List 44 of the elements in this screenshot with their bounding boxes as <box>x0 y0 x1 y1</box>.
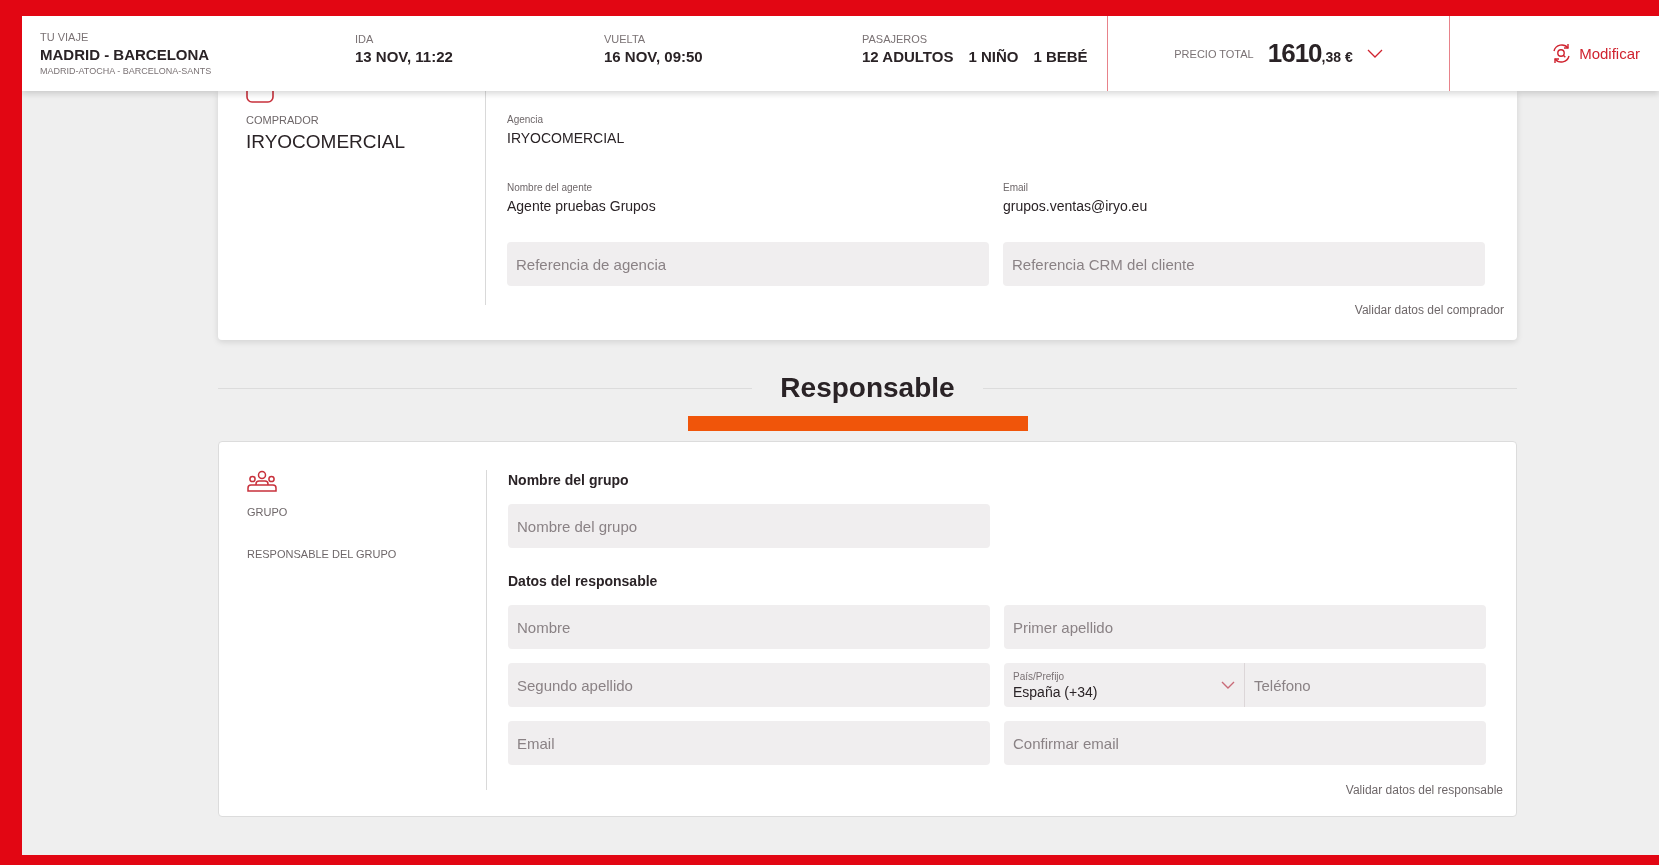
modify-button[interactable]: Modificar <box>1551 43 1640 64</box>
input-field[interactable]: Segundo apellido <box>508 663 990 707</box>
input-field[interactable]: Primer apellido <box>1004 605 1486 649</box>
group-icon <box>247 470 277 492</box>
input-field[interactable]: Confirmar email <box>1004 721 1486 765</box>
outbound-label: IDA <box>355 32 375 45</box>
return-label: VUELTA <box>604 32 647 45</box>
group-name-heading: Nombre del grupo <box>508 472 630 488</box>
total-price: 1610,38 € <box>1267 38 1353 69</box>
buyer-name: IRYOCOMERCIAL <box>246 131 407 153</box>
buyer-icon <box>246 91 274 103</box>
passenger-count: 12 ADULTOS <box>862 47 954 65</box>
input-field[interactable]: Email <box>508 721 990 765</box>
buyer-label: COMPRADOR <box>246 114 320 126</box>
field-label: Email <box>1003 182 1029 193</box>
passengers-label: PASAJEROS <box>862 32 929 45</box>
trip-route: MADRID - BARCELONA <box>40 46 211 63</box>
input-field[interactable]: Referencia CRM del cliente <box>1003 242 1485 286</box>
input-field[interactable]: Nombre del grupo <box>508 504 990 548</box>
field-value: IRYOCOMERCIAL <box>507 130 626 146</box>
nav-item[interactable]: RESPONSABLE DEL GRUPO <box>247 548 486 560</box>
input-field[interactable]: Nombre <box>508 605 990 649</box>
trip-stations: MADRID-ATOCHA - BARCELONA-SANTS <box>40 66 213 76</box>
caret-icon <box>1221 681 1235 689</box>
field-label: Nombre del agente <box>507 182 594 193</box>
section-title: Responsable <box>779 372 956 404</box>
field-value: Agente pruebas Grupos <box>507 198 657 214</box>
validate-link[interactable]: Validar datos del comprador <box>1354 303 1504 317</box>
chevron-down-icon[interactable] <box>1366 49 1383 58</box>
return-date: 16 NOV, 09:50 <box>604 47 704 65</box>
phone-field[interactable]: Teléfono <box>1244 663 1486 707</box>
field-value: grupos.ventas@iryo.eu <box>1003 198 1149 214</box>
responsible-heading: Datos del responsable <box>508 573 659 589</box>
validate-link[interactable]: Validar datos del responsable <box>1345 783 1503 797</box>
outbound-date: 13 NOV, 11:22 <box>355 47 454 65</box>
passenger-count: 1 BEBÉ <box>1033 47 1088 65</box>
price-label: PRECIO TOTAL <box>1174 47 1254 60</box>
country-select[interactable]: País/Prefijo España (+34) <box>1004 663 1244 707</box>
field-label: Agencia <box>507 114 545 125</box>
refresh-search-icon <box>1551 43 1573 64</box>
nav-item[interactable]: GRUPO <box>247 506 486 518</box>
passenger-count: 1 NIÑO <box>968 47 1019 65</box>
input-field[interactable]: Referencia de agencia <box>507 242 989 286</box>
trip-label: TU VIAJE <box>40 31 90 43</box>
